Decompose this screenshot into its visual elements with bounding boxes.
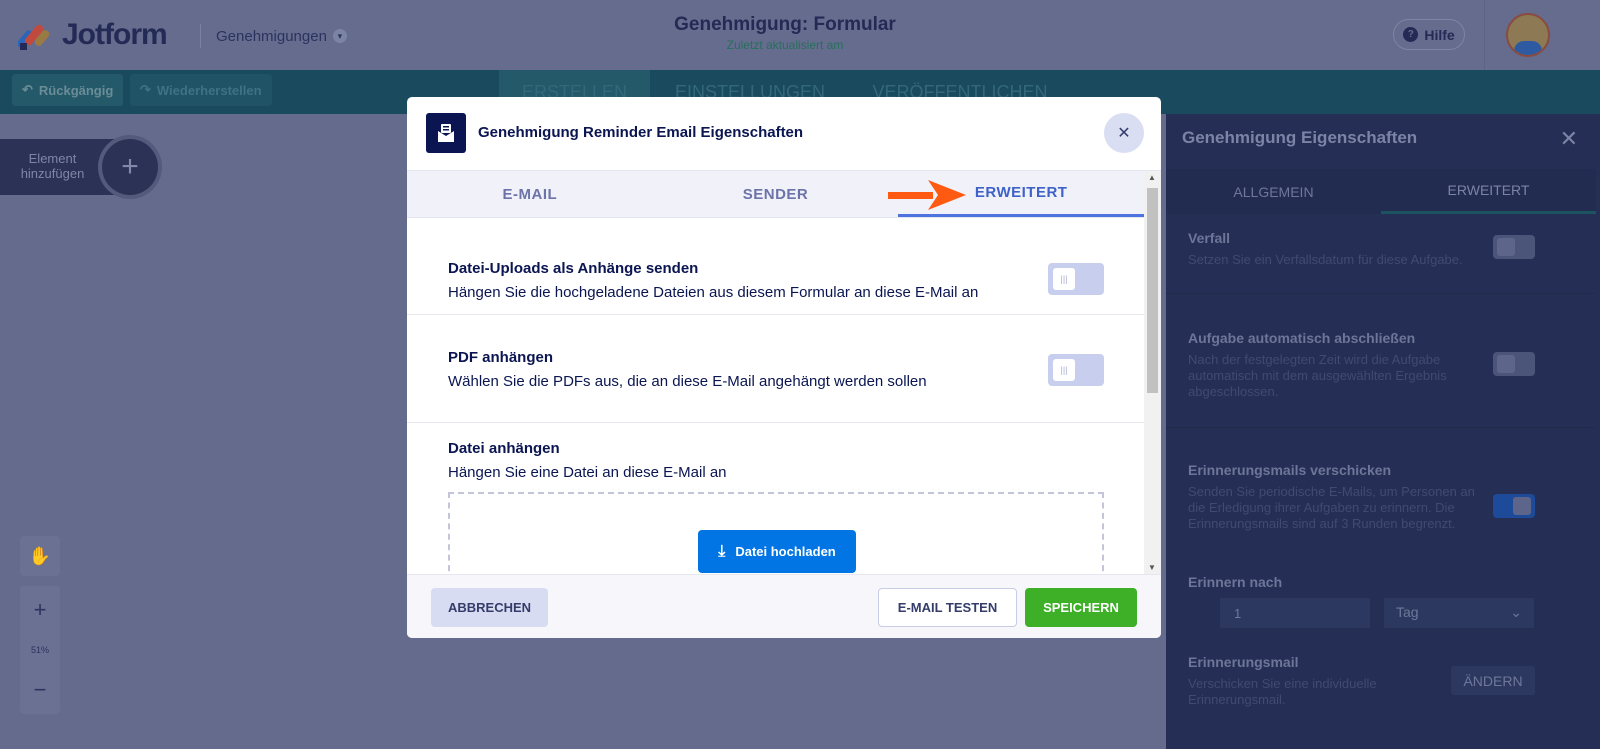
file-upload-attachments-toggle[interactable]: ||| xyxy=(1048,263,1104,295)
cancel-button[interactable]: ABBRECHEN xyxy=(431,588,548,627)
redo-label: Wiederherstellen xyxy=(156,82,262,98)
test-email-button[interactable]: E-MAIL TESTEN xyxy=(878,588,1017,627)
undo-label: Rückgängig xyxy=(38,82,114,98)
section-desc: Hängen Sie eine Datei an diese E-Mail an xyxy=(448,464,727,481)
scrollbar[interactable]: ▲ ▼ xyxy=(1144,171,1161,574)
remind-after-input[interactable]: 1 xyxy=(1220,598,1370,628)
upload-label: Datei hochladen xyxy=(735,544,836,559)
properties-panel: Genehmigung Eigenschaften ✕ ALLGEMEIN ERW… xyxy=(1166,114,1600,749)
jotform-logo-icon xyxy=(18,24,50,50)
last-updated: Zuletzt aktualisiert am xyxy=(726,38,844,52)
section-desc: Hängen Sie die hochgeladene Dateien aus … xyxy=(448,284,979,301)
download-icon: ⤓ xyxy=(718,542,726,560)
section-desc: Senden Sie periodische E-Mails, um Perso… xyxy=(1188,484,1475,531)
question-icon: ? xyxy=(1403,27,1419,42)
avatar[interactable] xyxy=(1506,13,1550,57)
section-desc: Nach der festgelegten Zeit wird die Aufg… xyxy=(1188,352,1447,399)
help-button[interactable]: ? Hilfe xyxy=(1393,19,1465,50)
form-title[interactable]: Genehmigung: Formular xyxy=(600,14,970,36)
logo-text: Jotform xyxy=(62,18,168,51)
change-button[interactable]: ÄNDERN xyxy=(1451,666,1535,695)
undo-icon: ↶ xyxy=(22,82,33,97)
upload-file-button[interactable]: ⤓ Datei hochladen xyxy=(698,530,856,573)
jotform-logo[interactable]: Jotform xyxy=(18,18,168,52)
redo-button[interactable]: ↷ Wiederherstellen xyxy=(130,74,272,106)
expiry-toggle[interactable] xyxy=(1493,235,1535,259)
reminder-toggle[interactable] xyxy=(1493,494,1535,518)
email-properties-modal: Genehmigung Reminder Email Eigenschaften… xyxy=(407,97,1161,638)
arrow-annotation-icon xyxy=(888,180,966,210)
section-title: Aufgabe automatisch abschließen xyxy=(1188,330,1416,346)
auto-complete-toggle[interactable] xyxy=(1493,352,1535,376)
undo-button[interactable]: ↶ Rückgängig xyxy=(12,74,124,106)
zoom-in-icon[interactable]: + xyxy=(34,597,47,623)
close-icon: ✕ xyxy=(1117,125,1131,142)
chevron-down-icon: ▾ xyxy=(332,29,347,43)
plus-icon: + xyxy=(102,139,158,195)
pan-tool-button[interactable]: ✋ xyxy=(20,536,60,576)
reminder-mail-desc: Verschicken Sie eine individuelle Erinne… xyxy=(1188,676,1377,707)
tab-allgemein[interactable]: ALLGEMEIN xyxy=(1166,169,1381,214)
breadcrumb-dropdown[interactable]: Genehmigungen ▾ xyxy=(200,24,347,48)
hand-icon: ✋ xyxy=(28,545,52,566)
add-element-button[interactable]: Element hinzufügen + xyxy=(0,139,160,195)
remind-after-label: Erinnern nach xyxy=(1188,574,1283,590)
zoom-level: 51% xyxy=(30,645,49,655)
section-title: PDF anhängen xyxy=(448,349,554,366)
panel-title: Genehmigung Eigenschaften xyxy=(1182,128,1418,147)
file-drop-zone[interactable]: ⤓ Datei hochladen xyxy=(448,492,1104,574)
tab-erweitert[interactable]: ERWEITERT xyxy=(1381,169,1596,214)
close-button[interactable]: ✕ xyxy=(1104,113,1144,153)
divider xyxy=(1484,0,1485,70)
section-desc: Setzen Sie ein Verfallsdatum für diese A… xyxy=(1188,252,1463,267)
tab-sender[interactable]: SENDER xyxy=(653,171,899,217)
section-title: Erinnerungsmails verschicken xyxy=(1188,462,1392,478)
remind-unit-value: Tag xyxy=(1396,604,1419,620)
attach-pdf-toggle[interactable]: ||| xyxy=(1048,354,1104,386)
save-button[interactable]: SPEICHERN xyxy=(1025,588,1137,627)
close-icon[interactable]: ✕ xyxy=(1560,126,1578,152)
redo-icon: ↷ xyxy=(140,82,151,97)
zoom-controls: + 51% − xyxy=(20,586,60,714)
chevron-down-icon: ⌄ xyxy=(1510,604,1522,620)
tab-email[interactable]: E-MAIL xyxy=(407,171,653,217)
section-title: Datei-Uploads als Anhänge senden xyxy=(448,260,699,277)
section-title: Verfall xyxy=(1188,230,1231,246)
remind-unit-select[interactable]: Tag ⌄ xyxy=(1384,598,1534,628)
zoom-out-icon[interactable]: − xyxy=(34,677,47,703)
section-desc: Wählen Sie die PDFs aus, die an diese E-… xyxy=(448,373,927,390)
modal-title: Genehmigung Reminder Email Eigenschaften xyxy=(478,124,804,141)
envelope-icon xyxy=(426,113,466,153)
breadcrumb-label: Genehmigungen xyxy=(216,27,327,45)
section-title: Datei anhängen xyxy=(448,440,560,457)
help-label: Hilfe xyxy=(1424,26,1455,43)
add-element-label: Element hinzufügen xyxy=(20,151,85,181)
